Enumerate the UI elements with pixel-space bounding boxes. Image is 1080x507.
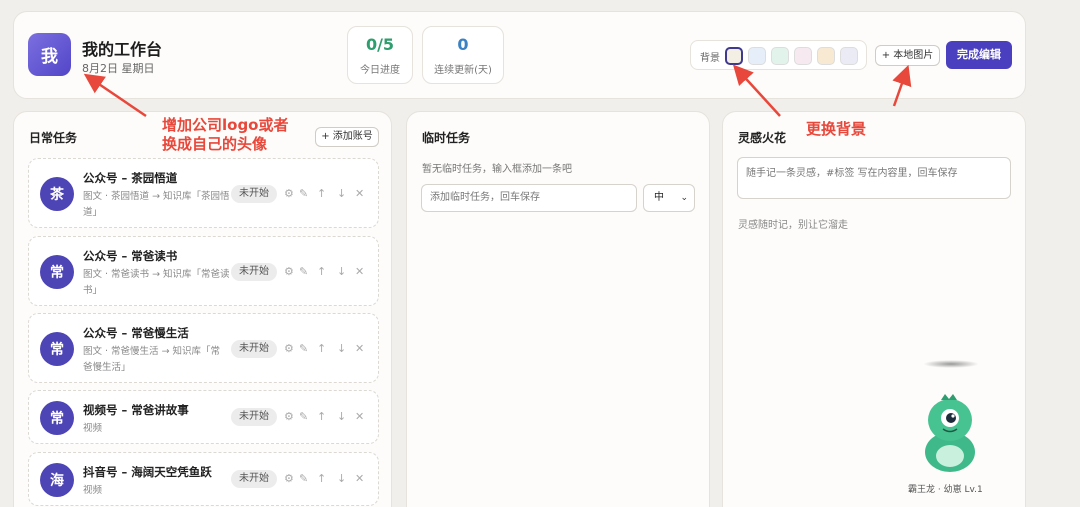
arrow-up-icon[interactable]: ↑ bbox=[317, 263, 326, 281]
gear-icon[interactable]: ⚙ bbox=[284, 185, 294, 203]
task-subtitle: 视频 bbox=[83, 423, 103, 434]
arrow-up-icon[interactable]: ↑ bbox=[317, 185, 326, 203]
close-icon[interactable]: ✕ bbox=[355, 470, 364, 488]
dino-pet-icon[interactable] bbox=[919, 394, 981, 476]
task-card[interactable]: 茶 公众号 – 茶园悟道 图文 · 茶园悟道 → 知识库「茶园悟道」 未开始 ⚙… bbox=[28, 158, 379, 228]
edit-icon[interactable]: ✎ bbox=[299, 470, 308, 488]
pet-shadow bbox=[923, 360, 979, 368]
arrow-down-icon[interactable]: ↓ bbox=[337, 185, 346, 203]
avatar: 常 bbox=[40, 255, 74, 289]
temp-tasks-title: 临时任务 bbox=[422, 131, 471, 145]
header-bar: 我 我的工作台 8月2日 星期日 0/5 今日进度 0 连续更新(天) 背景 +… bbox=[13, 11, 1026, 99]
status-badge[interactable]: 未开始 bbox=[231, 470, 277, 488]
close-icon[interactable]: ✕ bbox=[355, 408, 364, 426]
task-card[interactable]: 常 公众号 – 常爸慢生活 图文 · 常爸慢生活 → 知识库「常爸慢生活」 未开… bbox=[28, 313, 379, 383]
avatar: 海 bbox=[40, 463, 74, 497]
stat-streak: 0 连续更新(天) bbox=[422, 26, 504, 84]
arrow-up-icon[interactable]: ↑ bbox=[317, 340, 326, 358]
bg-swatch-lavender[interactable] bbox=[840, 47, 858, 65]
inspiration-note: 灵感随时记，别让它溜走 bbox=[738, 220, 848, 231]
edit-icon[interactable]: ✎ bbox=[299, 408, 308, 426]
avatar: 常 bbox=[40, 332, 74, 366]
arrow-down-icon[interactable]: ↓ bbox=[337, 408, 346, 426]
task-subtitle: 图文 · 常爸慢生活 → 知识库「常爸慢生活」 bbox=[83, 346, 221, 373]
inspiration-input[interactable]: 随手记一条灵感，#标签 写在内容里，回车保存 bbox=[737, 157, 1011, 199]
stat-streak-value: 0 bbox=[457, 35, 469, 54]
avatar: 常 bbox=[40, 401, 74, 435]
gear-icon[interactable]: ⚙ bbox=[284, 470, 294, 488]
workspace-logo[interactable]: 我 bbox=[28, 33, 71, 76]
task-name: 公众号 – 茶园悟道 bbox=[83, 171, 178, 185]
task-name: 公众号 – 常爸读书 bbox=[83, 249, 178, 263]
arrow-down-icon[interactable]: ↓ bbox=[337, 340, 346, 358]
temp-empty-hint: 暂无临时任务，输入框添加一条吧 bbox=[422, 164, 572, 175]
task-name: 公众号 – 常爸慢生活 bbox=[83, 326, 189, 340]
close-icon[interactable]: ✕ bbox=[355, 263, 364, 281]
stat-progress-value: 0/5 bbox=[365, 35, 395, 54]
status-badge[interactable]: 未开始 bbox=[231, 340, 277, 358]
add-account-button[interactable]: + 添加账号 bbox=[315, 127, 379, 147]
edit-icon[interactable]: ✎ bbox=[299, 263, 308, 281]
local-image-button[interactable]: + 本地图片 bbox=[875, 45, 940, 66]
annotation-logo-tip: 增加公司logo或者 换成自己的头像 bbox=[162, 116, 289, 153]
annotation-bg-tip: 更换背景 bbox=[806, 120, 867, 138]
bg-swatch-cream[interactable] bbox=[725, 47, 743, 65]
pet-label: 霸王龙 · 幼崽 Lv.1 bbox=[908, 485, 983, 495]
priority-select[interactable]: 中 ⌄ bbox=[643, 184, 695, 212]
gear-icon[interactable]: ⚙ bbox=[284, 263, 294, 281]
stat-progress: 0/5 今日进度 bbox=[347, 26, 413, 84]
temp-tasks-panel: 临时任务 暂无临时任务，输入框添加一条吧 添加临时任务，回车保存 中 ⌄ bbox=[406, 111, 710, 507]
task-card[interactable]: 常 公众号 – 常爸读书 图文 · 常爸读书 → 知识库「常爸读书」 未开始 ⚙… bbox=[28, 236, 379, 306]
gear-icon[interactable]: ⚙ bbox=[284, 340, 294, 358]
bg-swatch-orange[interactable] bbox=[817, 47, 835, 65]
task-subtitle: 图文 · 茶园悟道 → 知识库「茶园悟道」 bbox=[83, 191, 230, 218]
inspiration-panel: 灵感火花 随手记一条灵感，#标签 写在内容里，回车保存 灵感随时记，别让它溜走 … bbox=[722, 111, 1026, 507]
status-badge[interactable]: 未开始 bbox=[231, 185, 277, 203]
chevron-down-icon: ⌄ bbox=[680, 193, 688, 203]
gear-icon[interactable]: ⚙ bbox=[284, 408, 294, 426]
daily-tasks-title: 日常任务 bbox=[29, 131, 78, 145]
stat-progress-label: 今日进度 bbox=[360, 65, 400, 76]
avatar: 茶 bbox=[40, 177, 74, 211]
arrow-down-icon[interactable]: ↓ bbox=[337, 470, 346, 488]
arrow-up-icon[interactable]: ↑ bbox=[317, 470, 326, 488]
daily-tasks-panel: 日常任务 + 添加账号 茶 公众号 – 茶园悟道 图文 · 茶园悟道 → 知识库… bbox=[13, 111, 392, 507]
edit-icon[interactable]: ✎ bbox=[299, 340, 308, 358]
task-subtitle: 图文 · 常爸读书 → 知识库「常爸读书」 bbox=[83, 269, 230, 296]
task-card[interactable]: 常 视频号 – 常爸讲故事 视频 未开始 ⚙ ✎ ↑ ↓ ✕ bbox=[28, 390, 379, 444]
finish-edit-button[interactable]: 完成编辑 bbox=[946, 41, 1012, 69]
task-name: 视频号 – 常爸讲故事 bbox=[83, 403, 189, 417]
arrow-down-icon[interactable]: ↓ bbox=[337, 263, 346, 281]
background-label: 背景 bbox=[700, 53, 720, 64]
bg-swatch-green[interactable] bbox=[771, 47, 789, 65]
temp-task-input[interactable]: 添加临时任务，回车保存 bbox=[421, 184, 637, 212]
arrow-up-icon[interactable]: ↑ bbox=[317, 408, 326, 426]
status-badge[interactable]: 未开始 bbox=[231, 408, 277, 426]
task-name: 抖音号 – 海阔天空凭鱼跃 bbox=[83, 465, 212, 479]
close-icon[interactable]: ✕ bbox=[355, 340, 364, 358]
edit-icon[interactable]: ✎ bbox=[299, 185, 308, 203]
stat-streak-label: 连续更新(天) bbox=[434, 65, 492, 76]
task-subtitle: 视频 bbox=[83, 485, 103, 496]
status-badge[interactable]: 未开始 bbox=[231, 263, 277, 281]
priority-value: 中 bbox=[654, 192, 664, 203]
task-card[interactable]: 海 抖音号 – 海阔天空凭鱼跃 视频 未开始 ⚙ ✎ ↑ ↓ ✕ bbox=[28, 452, 379, 506]
close-icon[interactable]: ✕ bbox=[355, 185, 364, 203]
date-label: 8月2日 星期日 bbox=[82, 62, 155, 75]
bg-swatch-blue[interactable] bbox=[748, 47, 766, 65]
background-picker: 背景 bbox=[690, 40, 867, 70]
bg-swatch-pink[interactable] bbox=[794, 47, 812, 65]
page-title: 我的工作台 bbox=[82, 40, 163, 59]
inspiration-title: 灵感火花 bbox=[738, 131, 787, 145]
